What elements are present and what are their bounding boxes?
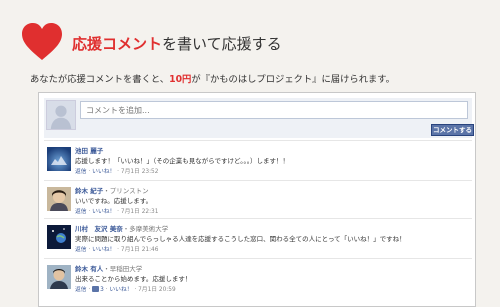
- comment-timestamp: 7月1日 23:52: [120, 169, 159, 175]
- comment-timestamp: 7月1日 22:31: [120, 209, 159, 215]
- comment-meta: 返信 · いいね！ · 7月1日 22:31: [75, 209, 159, 215]
- comment-timestamp: 7月1日 20:59: [138, 287, 176, 293]
- donation-amount: 10円: [169, 74, 192, 85]
- like-link[interactable]: いいね！: [109, 287, 132, 293]
- donation-notice-suffix: が『かものはしプロジェクト』に届けられます。: [191, 74, 395, 85]
- comment-item: 川村 友沢 美奈・多摩美術大学 実際に問題に取り組んでらっしゃる人達を応援するこ…: [44, 218, 472, 258]
- avatar-image: [47, 225, 71, 249]
- heart-icon: [22, 23, 62, 60]
- comment-text: いいですね。応援します。: [75, 197, 153, 205]
- like-count[interactable]: 3: [100, 287, 104, 293]
- current-user-avatar: [46, 100, 76, 130]
- comment-input[interactable]: [80, 101, 468, 119]
- page-title-highlight: 応援コメント: [72, 35, 163, 53]
- avatar: [47, 187, 71, 211]
- page-title: 応援コメントを書いて応援する: [72, 33, 282, 54]
- avatar: [47, 225, 71, 249]
- comment-meta: 返信 · いいね！ · 7月1日 23:52: [75, 169, 159, 175]
- comment-author-school: ・多摩美術大学: [122, 225, 169, 233]
- comment-item: 鈴木 紀子・プリンストン いいですね。応援します。 返信 · いいね！ · 7月…: [44, 180, 472, 218]
- comment-author-school: ・プリンストン: [103, 187, 149, 195]
- comment-text: 応援します！「いいね！」（その企業も見ながらですけど。。。）します！！: [75, 157, 289, 165]
- comment-author[interactable]: 鈴木 有人: [75, 265, 103, 273]
- comment-timestamp: 7月1日 21:46: [120, 247, 159, 253]
- comment-item: 鈴木 有人・早稲田大学 出来ることから始めます。応援します！ 返信 · 3 · …: [44, 258, 472, 306]
- reply-link[interactable]: 返信: [75, 287, 87, 293]
- submit-comment-button[interactable]: コメントする: [431, 124, 474, 136]
- avatar-image: [47, 265, 71, 289]
- donation-notice: あなたが応援コメントを書くと、10円が『かものはしプロジェクト』に届けられます。: [30, 71, 395, 85]
- avatar: [47, 147, 71, 171]
- avatar-image: [47, 147, 71, 171]
- default-user-icon: [47, 101, 75, 129]
- reply-link[interactable]: 返信: [75, 247, 87, 253]
- like-link[interactable]: いいね！: [92, 209, 115, 215]
- donation-notice-prefix: あなたが応援コメントを書くと、: [30, 74, 170, 85]
- comment-author[interactable]: 川村 友沢 美奈: [75, 225, 123, 233]
- avatar-image: [47, 187, 71, 211]
- comment-text: 実際に問題に取り組んでらっしゃる人達を応援するこうした窓口、関わる全ての人にとっ…: [75, 235, 406, 243]
- reply-link[interactable]: 返信: [75, 209, 87, 215]
- comment-author[interactable]: 池田 麗子: [75, 147, 103, 155]
- comment-author[interactable]: 鈴木 紀子: [75, 187, 103, 195]
- comments-panel: コメントする 池田 麗子 応援します！「いいね！」（その企業も見ながらですけど。…: [38, 92, 476, 307]
- comment-composer: コメントする: [44, 98, 474, 138]
- comment-text: 出来ることから始めます。応援します！: [75, 275, 192, 283]
- comment-item: 池田 麗子 応援します！「いいね！」（その企業も見ながらですけど。。。）します！…: [44, 140, 472, 180]
- reply-link[interactable]: 返信: [75, 169, 87, 175]
- comment-meta: 返信 · 3 · いいね！ · 7月1日 20:59: [75, 286, 176, 293]
- thumbs-up-icon: [92, 286, 100, 292]
- comment-meta: 返信 · いいね！ · 7月1日 21:46: [75, 247, 159, 253]
- page-title-rest: を書いて応援する: [162, 35, 282, 53]
- avatar: [47, 265, 71, 289]
- comment-author-school: ・早稲田大学: [103, 265, 143, 273]
- like-link[interactable]: いいね！: [92, 247, 115, 253]
- like-link[interactable]: いいね！: [92, 169, 115, 175]
